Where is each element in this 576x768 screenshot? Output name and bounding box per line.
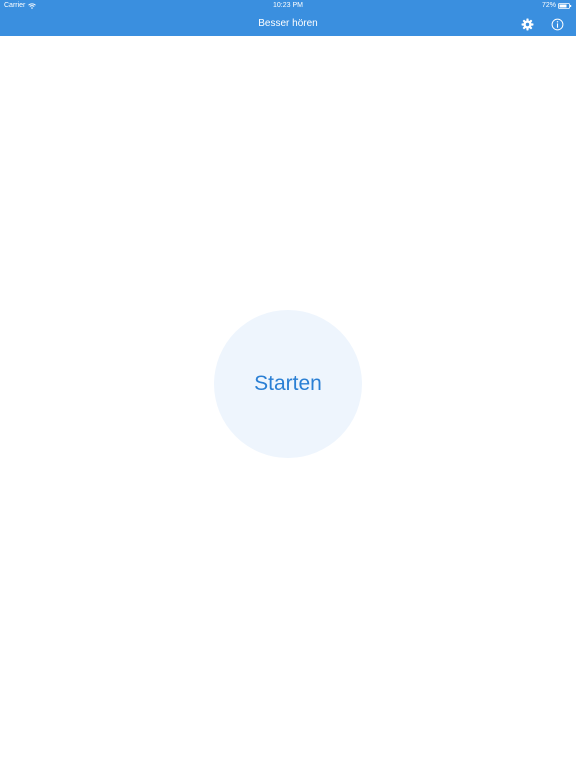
app-screen: Carrier 10:23 PM 72% Besser hören Starte… — [0, 0, 576, 768]
navigation-bar: Besser hören — [0, 12, 576, 36]
status-bar: Carrier 10:23 PM 72% — [0, 0, 576, 12]
gear-icon — [521, 18, 533, 30]
info-icon — [551, 18, 563, 30]
start-button[interactable]: Starten — [214, 310, 362, 458]
battery-percentage: 72% — [541, 2, 556, 9]
info-button[interactable] — [549, 16, 565, 32]
settings-button[interactable] — [519, 16, 535, 32]
top-bar: Carrier 10:23 PM 72% Besser hören — [0, 0, 576, 36]
page-title: Besser hören — [258, 18, 318, 29]
battery-icon — [558, 3, 572, 9]
battery-group: 72% — [542, 0, 572, 12]
status-time: 10:23 PM — [273, 2, 303, 9]
start-button-label: Starten — [254, 372, 322, 395]
